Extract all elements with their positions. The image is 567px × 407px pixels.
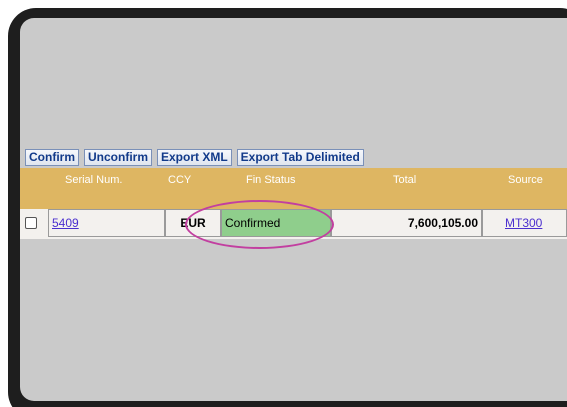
row-select-checkbox[interactable]	[25, 217, 37, 229]
column-header-ccy[interactable]: CCY	[168, 174, 191, 186]
serial-number-link[interactable]: 5409	[52, 216, 79, 230]
table-row: 5409 EUR Confirmed 7,600,105.00 MT300	[20, 209, 567, 239]
export-xml-button[interactable]: Export XML	[157, 148, 232, 166]
column-header-source[interactable]: Source	[508, 174, 543, 186]
column-header-fin-status[interactable]: Fin Status	[246, 174, 296, 186]
ccy-cell: EUR	[165, 209, 221, 237]
page: Confirm Unconfirm Export XML Export Tab …	[0, 0, 567, 407]
source-link[interactable]: MT300	[505, 216, 542, 230]
device-notch	[70, 13, 116, 17]
confirm-button[interactable]: Confirm	[25, 148, 79, 166]
column-header-serial[interactable]: Serial Num.	[65, 174, 122, 186]
table-header: Serial Num. CCY Fin Status Total Source	[20, 168, 567, 209]
export-tab-delimited-button[interactable]: Export Tab Delimited	[236, 148, 364, 166]
source-cell: MT300	[482, 209, 567, 237]
total-cell: 7,600,105.00	[331, 209, 482, 237]
fin-status-cell: Confirmed	[221, 209, 331, 237]
column-header-total[interactable]: Total	[393, 174, 416, 186]
unconfirm-button[interactable]: Unconfirm	[84, 148, 152, 166]
serial-cell: 5409	[48, 209, 165, 237]
action-toolbar: Confirm Unconfirm Export XML Export Tab …	[25, 148, 364, 166]
app-screen: Confirm Unconfirm Export XML Export Tab …	[20, 18, 567, 401]
